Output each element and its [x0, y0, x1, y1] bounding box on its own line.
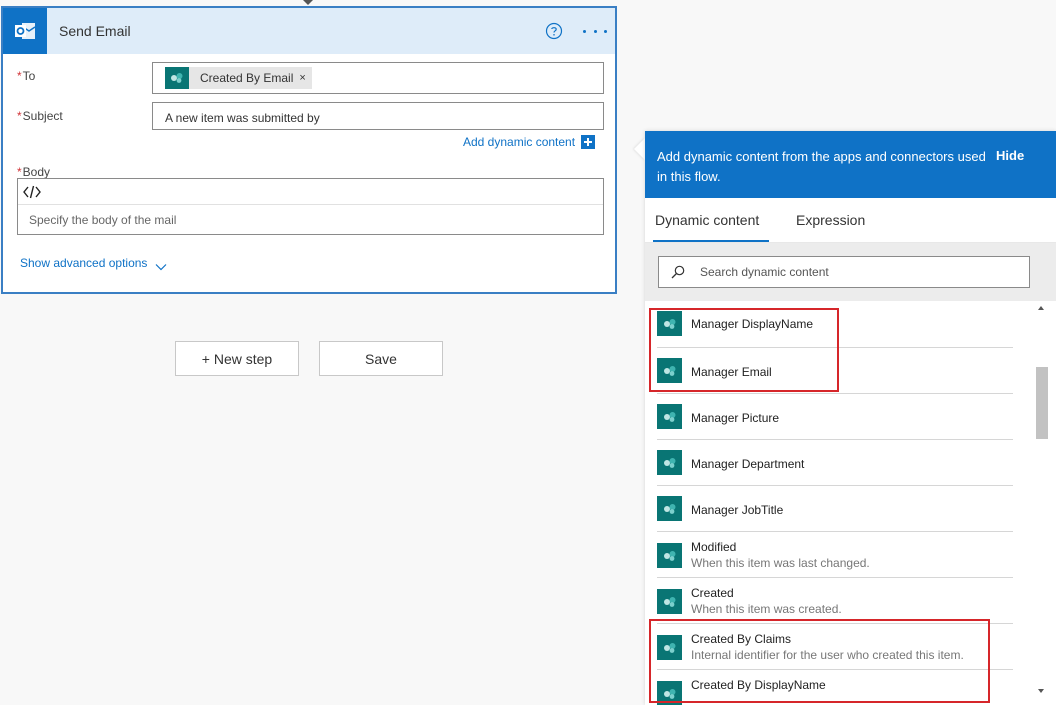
add-dynamic-content-link[interactable]: Add dynamic content [463, 135, 596, 149]
subject-label: *Subject [17, 109, 63, 123]
more-options-icon[interactable] [583, 22, 607, 40]
plus-icon [581, 135, 596, 149]
code-view-icon[interactable] [21, 182, 43, 202]
list-item[interactable]: Created By DisplayName [657, 670, 1013, 705]
search-area: Search dynamic content [645, 243, 1056, 301]
list-item[interactable]: Manager Email [657, 348, 1013, 394]
scroll-up-icon[interactable] [1038, 306, 1044, 310]
body-label: *Body [17, 165, 51, 179]
search-input[interactable]: Search dynamic content [658, 256, 1030, 288]
save-button[interactable]: Save [319, 341, 443, 376]
sharepoint-icon [657, 404, 682, 429]
panel-header-text: Add dynamic content from the apps and co… [657, 149, 986, 184]
sharepoint-icon [657, 450, 682, 475]
panel-pointer [634, 138, 645, 160]
body-placeholder: Specify the body of the mail [29, 213, 177, 227]
new-step-button[interactable]: + New step [175, 341, 299, 376]
body-toolbar [18, 179, 603, 205]
created-by-email-token[interactable]: Created By Email × [165, 67, 312, 89]
chevron-down-icon [155, 259, 167, 271]
help-icon[interactable] [545, 22, 563, 40]
scroll-down-icon[interactable] [1038, 689, 1044, 693]
list-item[interactable]: Created When this item was created. [657, 578, 1013, 624]
sharepoint-icon [165, 67, 189, 89]
subject-value: A new item was submitted by [165, 111, 320, 125]
sharepoint-icon [657, 311, 682, 336]
connector-arrow [303, 0, 313, 5]
sharepoint-icon [657, 589, 682, 614]
sharepoint-icon [657, 681, 682, 705]
tab-dynamic-content[interactable]: Dynamic content [655, 212, 759, 228]
scroll-thumb[interactable] [1036, 367, 1048, 439]
list-item[interactable]: Modified When this item was last changed… [657, 532, 1013, 578]
show-advanced-options-link[interactable]: Show advanced options [20, 256, 167, 271]
panel-tabs: Dynamic content Expression [645, 198, 1056, 243]
search-icon [671, 265, 685, 279]
remove-token-icon[interactable]: × [299, 72, 305, 84]
body-field[interactable]: Specify the body of the mail [17, 178, 604, 235]
dynamic-content-list: Manager DisplayName Manager Email Manage… [645, 302, 1026, 705]
panel-header: Add dynamic content from the apps and co… [645, 131, 1056, 198]
sharepoint-icon [657, 358, 682, 383]
card-header[interactable]: Send Email [3, 7, 615, 54]
list-item[interactable]: Manager Department [657, 440, 1013, 486]
list-scrollbar[interactable] [1026, 302, 1056, 705]
dynamic-content-panel: Add dynamic content from the apps and co… [645, 131, 1056, 705]
send-email-card[interactable]: Send Email *To Created By Email × *Subje… [1, 6, 617, 294]
sharepoint-icon [657, 543, 682, 568]
list-item[interactable]: Created By Claims Internal identifier fo… [657, 624, 1013, 670]
list-item[interactable]: Manager JobTitle [657, 486, 1013, 532]
active-tab-indicator [653, 240, 769, 242]
card-title: Send Email [59, 23, 131, 39]
sharepoint-icon [657, 496, 682, 521]
tab-expression[interactable]: Expression [796, 212, 865, 228]
to-label: *To [17, 69, 36, 83]
outlook-icon [3, 7, 47, 54]
sharepoint-icon [657, 635, 682, 660]
list-item[interactable]: Manager Picture [657, 394, 1013, 440]
to-field[interactable]: Created By Email × [152, 62, 604, 94]
hide-button[interactable]: Hide [996, 148, 1024, 163]
subject-field[interactable]: A new item was submitted by [152, 102, 604, 130]
list-item[interactable]: Manager DisplayName [657, 308, 1013, 348]
